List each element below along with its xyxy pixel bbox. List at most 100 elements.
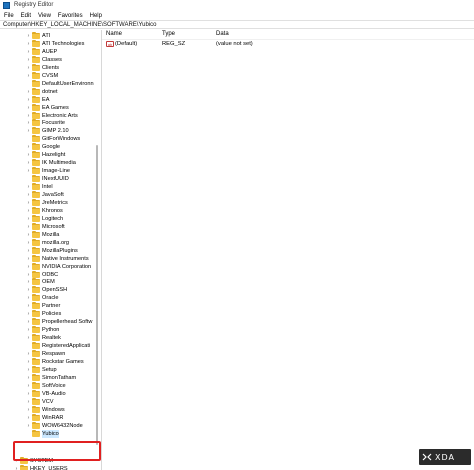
tree-expander-icon[interactable]: › [26, 151, 31, 159]
tree-expander-icon[interactable] [26, 430, 31, 438]
tree-expander-icon[interactable]: › [26, 231, 31, 239]
tree-expander-icon[interactable]: › [26, 334, 31, 342]
tree-item[interactable]: › Clients [0, 63, 101, 72]
tree-item[interactable]: › mozilla.org [0, 238, 101, 247]
tree-item[interactable]: › GIMP 2.10 [0, 127, 101, 135]
tree-expander-icon[interactable]: › [26, 96, 31, 104]
tree-expander-icon[interactable]: › [26, 422, 31, 430]
tree-expander-icon[interactable]: › [26, 167, 31, 175]
tree-item[interactable]: › Image-Line [0, 167, 101, 175]
tree-item[interactable]: › Windows [0, 405, 101, 414]
tree-expander-icon[interactable]: › [26, 191, 31, 199]
tree-scrollbar-thumb[interactable] [96, 145, 98, 445]
tree-expander-icon[interactable]: › [26, 127, 31, 135]
tree-expander-icon[interactable]: › [26, 366, 31, 374]
tree-expander-icon[interactable]: › [26, 310, 31, 318]
tree-expander-icon[interactable]: › [26, 159, 31, 167]
tree-item[interactable]: DefaultUserEnvironn [0, 79, 101, 88]
tree-expander-icon[interactable]: › [26, 318, 31, 326]
tree-item[interactable]: GitForWindows [0, 135, 101, 143]
tree-item[interactable]: › Electronic Arts [0, 111, 101, 120]
tree-item[interactable]: › Focusrite [0, 119, 101, 127]
tree-item[interactable]: › OpenSSH [0, 286, 101, 294]
tree-item[interactable]: INextUUID [0, 175, 101, 183]
tree-expander-icon[interactable]: › [26, 239, 31, 247]
tree-expander-icon[interactable]: › [26, 207, 31, 215]
tree-item[interactable]: › dotnet [0, 87, 101, 96]
tree-item[interactable]: › ODBC [0, 270, 101, 279]
tree-item[interactable]: › Policies [0, 310, 101, 318]
menu-favorites[interactable]: Favorites [58, 13, 83, 19]
tree-expander-icon[interactable]: › [26, 294, 31, 302]
tree-item[interactable]: › Mozilla [0, 230, 101, 239]
tree-item[interactable]: › JavaSoft [0, 191, 101, 199]
tree-expander-icon[interactable]: › [26, 40, 31, 48]
tree-expander-icon[interactable]: › [26, 119, 31, 127]
tree-expander-icon[interactable]: › [26, 112, 31, 120]
menu-view[interactable]: View [38, 13, 51, 19]
tree-expander-icon[interactable]: › [26, 390, 31, 398]
tree-item[interactable]: › Oracle [0, 294, 101, 302]
tree-expander-icon[interactable]: › [14, 465, 19, 470]
tree-item[interactable]: › CVSM [0, 71, 101, 80]
tree-item[interactable]: › SimonTatham [0, 373, 101, 382]
tree-item[interactable]: Yubico [0, 429, 101, 438]
tree-item[interactable]: › Respawn [0, 350, 101, 358]
tree-expander-icon[interactable]: › [26, 398, 31, 406]
tree-item[interactable]: › OEM [0, 278, 101, 286]
tree-item[interactable]: › Propellerhead Softw [0, 318, 101, 326]
tree-expander-icon[interactable]: › [26, 358, 31, 366]
tree-expander-icon[interactable]: › [26, 406, 31, 414]
tree-item[interactable]: › Microsoft [0, 222, 101, 231]
tree-expander-icon[interactable]: › [26, 223, 31, 231]
tree-item[interactable]: › Partner [0, 302, 101, 310]
menu-edit[interactable]: Edit [21, 13, 31, 19]
tree-expander-icon[interactable]: › [26, 143, 31, 151]
tree-expander-icon[interactable]: › [26, 88, 31, 96]
tree-expander-icon[interactable]: › [26, 199, 31, 207]
tree-scrollbar[interactable] [95, 30, 99, 470]
tree-expander-icon[interactable] [26, 135, 31, 143]
column-data-header[interactable]: Data [216, 30, 229, 39]
menu-file[interactable]: File [4, 13, 14, 19]
tree-expander-icon[interactable]: › [26, 48, 31, 56]
tree-item[interactable]: › EA [0, 95, 101, 104]
tree-item[interactable]: › MozillaPlugins [0, 246, 101, 255]
tree-expander-icon[interactable]: › [26, 32, 31, 40]
tree-expander-icon[interactable]: › [26, 215, 31, 223]
tree-expander-icon[interactable]: › [26, 374, 31, 382]
tree-item[interactable]: › Native Instruments [0, 254, 101, 263]
tree-expander-icon[interactable]: › [26, 350, 31, 358]
tree-expander-icon[interactable]: › [26, 56, 31, 64]
tree-item[interactable]: › JreMetrics [0, 198, 101, 207]
tree-expander-icon[interactable] [26, 80, 31, 88]
tree-expander-icon[interactable]: › [26, 247, 31, 255]
menu-help[interactable]: Help [90, 13, 102, 19]
tree-expander-icon[interactable]: › [26, 183, 31, 191]
tree-expander-icon[interactable] [26, 175, 31, 183]
tree-item[interactable]: › SoftVoice [0, 381, 101, 390]
tree-expander-icon[interactable]: › [26, 104, 31, 112]
tree-expander-icon[interactable]: › [26, 263, 31, 271]
value-row[interactable]: ab (Default) REG_SZ (value not set) [102, 40, 474, 49]
tree-item[interactable]: › WinRAR [0, 413, 101, 422]
tree-item[interactable]: › ATI [0, 32, 101, 40]
tree-item[interactable]: › Setup [0, 365, 101, 374]
tree-item[interactable]: › Rockstar Games [0, 357, 101, 366]
tree-item[interactable]: › VB-Audio [0, 389, 101, 398]
tree-expander-icon[interactable]: › [26, 382, 31, 390]
tree-item[interactable]: › Hazelight [0, 151, 101, 159]
tree-expander-icon[interactable]: › [26, 64, 31, 72]
tree-item[interactable]: › HKEY_USERS [0, 465, 101, 470]
column-name-header[interactable]: Name [106, 30, 122, 39]
address-bar[interactable]: Computer\HKEY_LOCAL_MACHINE\SOFTWARE\Yub… [0, 20, 474, 29]
tree-item[interactable]: › Logitech [0, 214, 101, 223]
column-type-header[interactable]: Type [162, 30, 175, 39]
tree-expander-icon[interactable] [26, 342, 31, 350]
tree-item[interactable]: › NVIDIA Corporation [0, 262, 101, 271]
tree-expander-icon[interactable]: › [26, 72, 31, 80]
tree-expander-icon[interactable]: › [26, 302, 31, 310]
tree-item[interactable]: RegisteredApplicati [0, 342, 101, 350]
tree-expander-icon[interactable]: › [26, 271, 31, 279]
tree-item[interactable]: › AUEP [0, 47, 101, 56]
